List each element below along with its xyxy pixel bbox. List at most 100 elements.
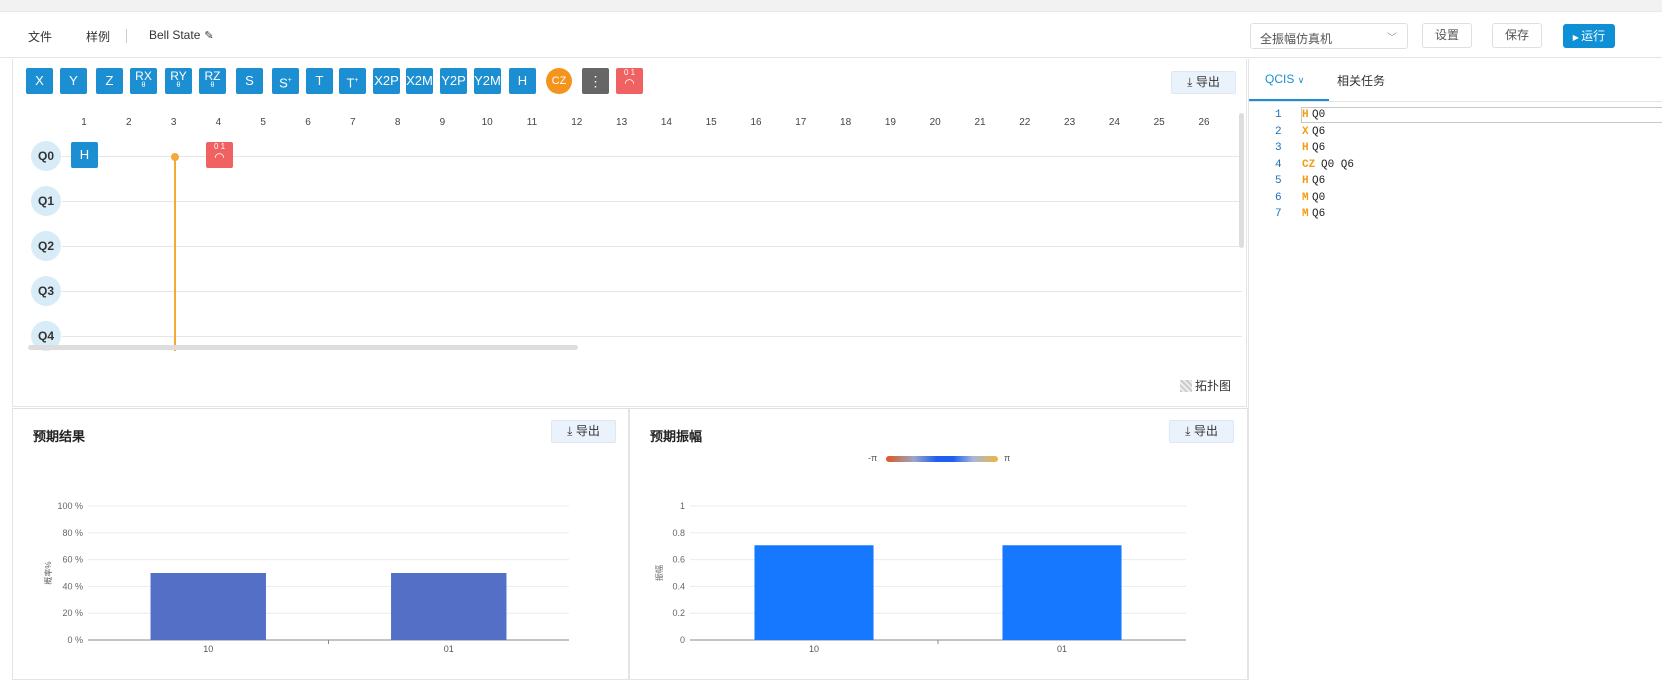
code-line[interactable]: 3 H Q6 <box>1249 140 1662 156</box>
chevron-down-icon: ∨ <box>1297 75 1305 85</box>
column-number: 20 <box>929 117 941 128</box>
column-number: 14 <box>660 117 672 128</box>
measure-gauge-icon: ◠ <box>624 76 635 90</box>
qubit-wire[interactable] <box>62 201 1242 202</box>
gate-ry[interactable]: RY θ <box>165 68 192 94</box>
project-name-label: Bell State <box>149 28 201 42</box>
export-label: 导出 <box>1195 75 1220 89</box>
bar-10 <box>150 573 266 640</box>
line-number: 1 <box>1275 109 1282 121</box>
menu-divider <box>126 29 127 43</box>
column-number: 13 <box>616 117 628 128</box>
code-line[interactable]: 4 CZ Q0 Q6 <box>1249 157 1662 173</box>
gate-barrier[interactable]: ⋮ <box>582 68 609 94</box>
topology-label: 拓扑图 <box>1195 379 1232 393</box>
code-operator: CZ <box>1302 158 1316 171</box>
code-operator: H <box>1302 142 1309 154</box>
qubit-wire[interactable] <box>62 291 1242 292</box>
simulator-value: 全振幅仿真机 <box>1260 32 1333 46</box>
gate-x[interactable]: X <box>26 68 53 94</box>
column-number: 4 <box>215 117 222 128</box>
code-line[interactable]: 7 M Q6 <box>1249 206 1662 222</box>
qubit-wire[interactable] <box>62 246 1242 247</box>
code-arguments: Q6 <box>1312 208 1326 220</box>
browser-top-strip <box>0 0 1662 12</box>
topology-button[interactable]: 拓扑图 <box>1180 377 1231 394</box>
code-panel: QCIS ∨ 相关任务 1 H Q0 2 X Q6 3 H Q6 4 CZ Q0 Q6 5 H Q6 6 M Q0… <box>1248 59 1662 680</box>
gate-y2p[interactable]: Y2P <box>440 68 467 94</box>
code-operator: H <box>1302 109 1309 121</box>
column-number: 25 <box>1153 117 1165 128</box>
column-number: 9 <box>439 117 446 128</box>
circuit-editor-panel <box>12 59 1247 407</box>
column-number: 19 <box>884 117 896 128</box>
code-line[interactable]: 2 X Q6 <box>1249 124 1662 140</box>
gate-t-dagger[interactable]: T+ <box>339 68 366 94</box>
gate-cz[interactable]: CZ <box>546 68 572 94</box>
export-circuit-button[interactable]: ⤓ 导出 <box>1171 71 1236 94</box>
y-tick-label: 100 % <box>57 501 83 511</box>
samples-menu[interactable]: 样例 <box>86 28 110 45</box>
tab-related-tasks[interactable]: 相关任务 <box>1337 72 1385 89</box>
vertical-scrollbar[interactable] <box>1239 113 1244 248</box>
cz-connector-line[interactable] <box>174 156 176 351</box>
gate-z[interactable]: Z <box>96 68 123 94</box>
gate-h[interactable]: H <box>509 68 536 94</box>
line-number: 6 <box>1275 191 1282 204</box>
placed-measure-gate[interactable]: 0 1 ◠ <box>206 142 233 168</box>
y-axis-label: 振幅 <box>654 565 664 581</box>
gate-y2m[interactable]: Y2M <box>474 68 501 94</box>
tab-qcis[interactable]: QCIS ∨ <box>1265 72 1304 86</box>
line-number: 4 <box>1275 158 1282 171</box>
qubit-label[interactable]: Q1 <box>31 186 61 216</box>
qubit-wire[interactable] <box>62 336 1242 337</box>
save-button[interactable]: 保存 <box>1492 23 1542 48</box>
code-operator: X <box>1302 125 1309 138</box>
gate-rx[interactable]: RX θ <box>130 68 157 94</box>
code-line[interactable]: 5 H Q6 <box>1249 173 1662 189</box>
column-number: 22 <box>1019 117 1031 128</box>
gate-label: H <box>517 73 528 88</box>
qubit-wire[interactable] <box>62 156 1242 157</box>
file-menu[interactable]: 文件 <box>28 28 52 45</box>
bar-10 <box>754 545 874 640</box>
probability-panel: 预期结果 ⤓ 导出 0 % 20 % 40 % 60 % 80 % 100 % 10 01 概率… <box>12 408 629 680</box>
run-button[interactable]: ▶ 运行 <box>1563 24 1615 48</box>
gate-s[interactable]: S <box>236 68 263 94</box>
gate-rz[interactable]: RZ θ <box>199 68 226 94</box>
simulator-select[interactable]: 全振幅仿真机 ﹀ <box>1250 23 1408 49</box>
line-number: 2 <box>1275 125 1282 138</box>
y-axis-label: 概率% <box>43 561 53 584</box>
placed-h-gate[interactable]: H <box>71 142 98 168</box>
horizontal-scrollbar[interactable] <box>28 345 578 350</box>
qubit-label[interactable]: Q0 <box>31 141 61 171</box>
column-number: 10 <box>481 117 493 128</box>
settings-button[interactable]: 设置 <box>1422 23 1472 48</box>
gate-t[interactable]: T <box>306 68 333 94</box>
code-arguments: Q6 <box>1312 142 1326 154</box>
cz-control-dot[interactable] <box>171 153 179 161</box>
y-tick-label: 0.6 <box>672 555 685 565</box>
menu-bar: 文件 样例 Bell State ✎ <box>0 12 1662 58</box>
line-number: 7 <box>1275 208 1282 220</box>
code-arguments: Q6 <box>1312 175 1326 187</box>
project-name[interactable]: Bell State ✎ <box>149 28 214 42</box>
code-line[interactable]: 6 M Q0 <box>1249 190 1662 206</box>
qubit-label[interactable]: Q2 <box>31 231 61 261</box>
gate-s-dagger[interactable]: S+ <box>272 68 299 94</box>
qubit-label[interactable]: Q3 <box>31 276 61 306</box>
gate-measure[interactable]: 0 1 ◠ <box>616 68 643 94</box>
amplitude-panel: 预期振幅 ⤓ 导出 -π π 0 0.2 0.4 0.6 0.8 1 10 01 振幅 <box>629 408 1248 680</box>
gate-y[interactable]: Y <box>60 68 87 94</box>
gate-x2p[interactable]: X2P <box>373 68 400 94</box>
topology-icon <box>1180 380 1192 392</box>
gate-label: X <box>35 73 44 88</box>
code-arguments: Q0 <box>1312 191 1326 204</box>
pencil-icon[interactable]: ✎ <box>204 30 213 42</box>
column-number: 6 <box>305 117 311 128</box>
y-tick-label: 0.4 <box>672 581 685 591</box>
gate-x2m[interactable]: X2M <box>406 68 433 94</box>
x-tick-label: 10 <box>203 644 213 654</box>
theta-symbol: θ <box>176 82 181 89</box>
code-line[interactable]: 1 H Q0 <box>1249 107 1662 123</box>
